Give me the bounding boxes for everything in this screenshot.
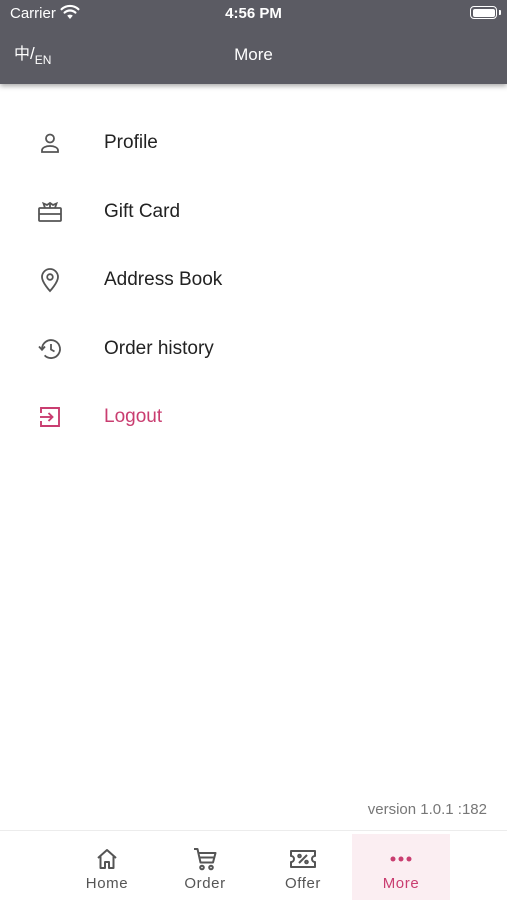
tab-label: More [382,875,420,892]
menu-item-label: Order history [104,337,214,359]
logout-icon [34,404,66,430]
more-dots-icon [352,846,450,872]
history-icon [34,336,66,362]
coupon-icon [254,846,352,872]
menu-item-label: Profile [104,132,158,153]
menu-item-gift-card[interactable]: Gift Card [0,177,507,246]
home-icon [58,846,156,872]
battery-cap [499,10,501,15]
top-bar: Carrier 4:56 PM 中/EN More [0,0,507,84]
version-label: version 1.0.1 :182 [367,801,487,818]
menu-item-label: Gift Card [104,200,181,222]
tab-home[interactable]: Home [58,834,156,900]
menu-item-logout[interactable]: Logout [0,382,507,451]
cart-icon [156,846,254,872]
tab-label: Order [184,875,226,892]
tab-more[interactable]: More [352,834,450,900]
menu-item-label: Address Book [104,269,223,290]
location-pin-icon [34,267,66,293]
battery-icon [470,6,497,19]
tab-label: Home [85,875,129,892]
tab-label: Offer [284,875,322,892]
tab-order[interactable]: Order [156,834,254,900]
bottom-tab-bar: Home Order Offer More [0,830,507,900]
menu-item-address-book[interactable]: Address Book [0,245,507,314]
gift-card-icon [34,199,66,225]
menu-item-profile[interactable]: Profile [0,108,507,177]
page-title: More [234,45,273,64]
more-menu: Profile Gift Card Address Book Order his… [0,108,507,451]
clock: 4:56 PM [225,5,282,22]
tab-offer[interactable]: Offer [254,834,352,900]
menu-item-label: Logout [104,406,163,427]
person-icon [34,130,66,156]
menu-item-order-history[interactable]: Order history [0,314,507,383]
status-bar: Carrier 4:56 PM [0,0,507,28]
